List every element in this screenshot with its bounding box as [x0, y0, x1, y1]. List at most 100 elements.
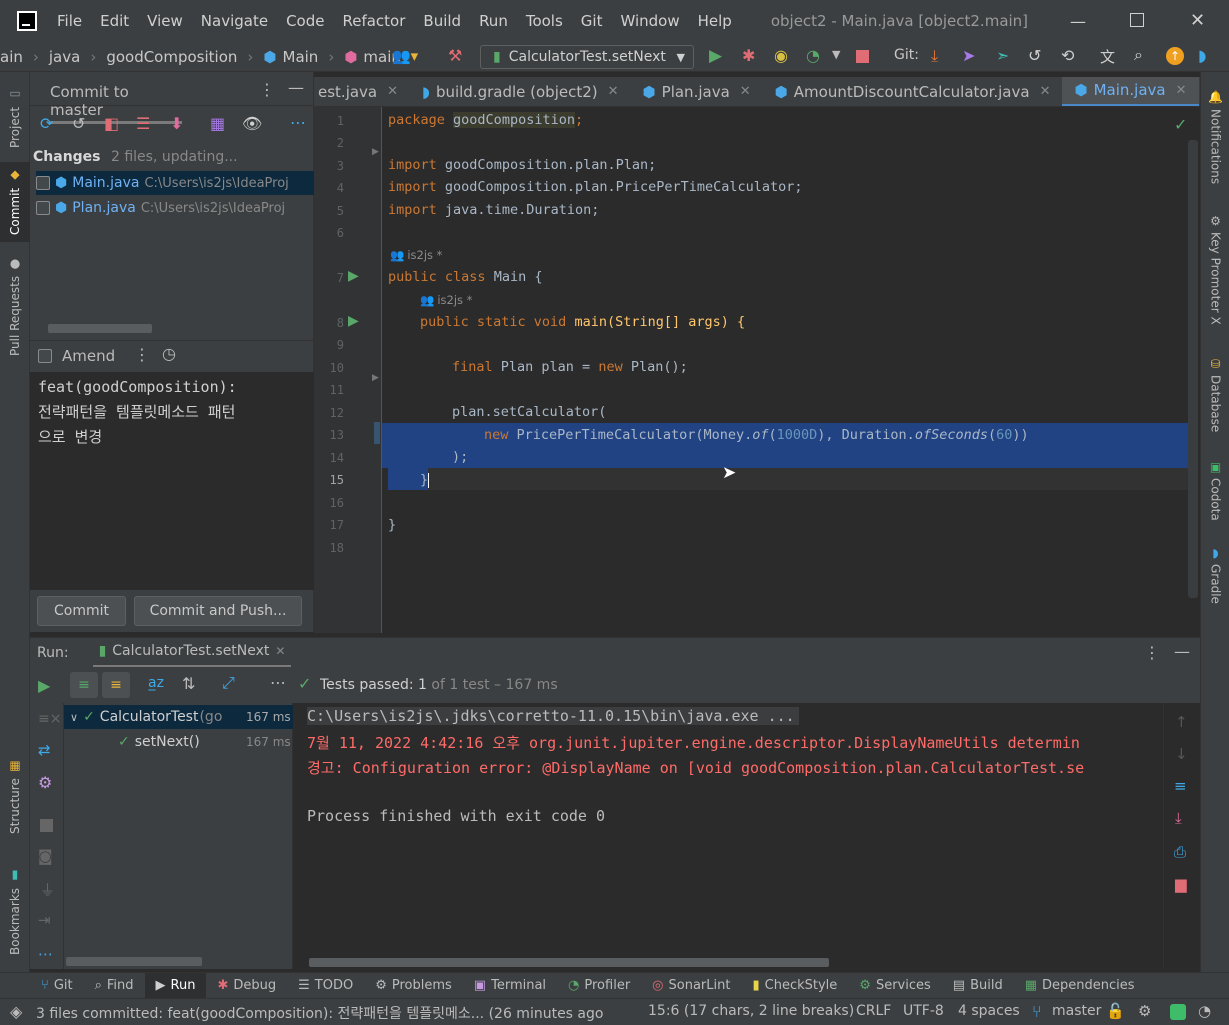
close-tab-icon[interactable]: ✕: [1176, 83, 1187, 98]
more-icon[interactable]: ⋯: [38, 945, 53, 963]
show-passed-icon[interactable]: ≡: [70, 672, 98, 698]
close-tab-icon[interactable]: ✕: [740, 84, 751, 99]
menu-navigate[interactable]: Navigate: [192, 12, 277, 30]
rollback-icon[interactable]: ↺: [72, 114, 85, 133]
more-options-icon[interactable]: ⋮: [1144, 643, 1160, 662]
tool-tab-key-promoter[interactable]: ⚙ Key Promoter X: [1201, 207, 1229, 332]
tab-main-java[interactable]: ⬢ Main.java ✕: [1062, 77, 1199, 106]
clear-icon[interactable]: ≡×: [38, 711, 61, 727]
expand-icon[interactable]: ⤢: [222, 673, 235, 693]
menu-run[interactable]: Run: [470, 12, 517, 30]
list-item[interactable]: ⬢ Plan.java C:\Users\is2js\IdeaProj: [36, 196, 314, 220]
maximize-icon[interactable]: [1130, 13, 1144, 27]
menu-window[interactable]: Window: [611, 12, 688, 30]
breadcrumb-package[interactable]: goodComposition: [106, 48, 237, 66]
close-tab-icon[interactable]: ✕: [1040, 84, 1051, 99]
menu-git[interactable]: Git: [572, 12, 612, 30]
menu-build[interactable]: Build: [414, 12, 470, 30]
breadcrumb-module[interactable]: ain: [0, 48, 23, 66]
sort-alpha-icon[interactable]: a̲z: [148, 675, 164, 691]
tool-tab-pull-requests[interactable]: Pull Requests ●: [0, 252, 30, 362]
tool-tab-services[interactable]: ⚙ Services: [848, 973, 941, 999]
update-ide-icon[interactable]: ↑: [1166, 47, 1184, 65]
run-icon[interactable]: ▶: [709, 46, 722, 66]
code-editor[interactable]: package goodComposition; import goodComp…: [382, 107, 1188, 633]
tool-tab-notifications[interactable]: 🔔 Notifications: [1201, 82, 1229, 192]
hide-panel-icon[interactable]: —: [1174, 642, 1190, 661]
tool-tab-build[interactable]: ▤ Build: [942, 973, 1014, 999]
tab-test-java[interactable]: est.java ✕: [314, 77, 410, 106]
menu-tools[interactable]: Tools: [517, 12, 572, 30]
tool-tab-terminal[interactable]: ▣ Terminal: [463, 973, 557, 999]
file-encoding[interactable]: UTF-8: [903, 1003, 944, 1019]
terminal-icon[interactable]: [1170, 1004, 1186, 1020]
tool-tab-find[interactable]: ⌕ Find: [84, 973, 145, 999]
rollback-icon[interactable]: ⟲: [1061, 46, 1074, 65]
scroll-up-icon[interactable]: ↑: [1175, 713, 1188, 731]
fold-icon[interactable]: ▶: [372, 373, 379, 383]
commit-message-input[interactable]: feat(goodComposition): 전략패턴을 템플릿메소드 패턴 으…: [30, 372, 314, 590]
line-separator[interactable]: CRLF: [856, 1003, 891, 1019]
git-branch[interactable]: master: [1052, 1003, 1101, 1019]
hide-panel-icon[interactable]: —: [288, 78, 304, 97]
author-hint[interactable]: 👥 is2js *: [420, 293, 472, 307]
scroll-to-end-icon[interactable]: ⤓: [1175, 809, 1182, 827]
menu-edit[interactable]: Edit: [91, 12, 138, 30]
horizontal-scrollbar[interactable]: [309, 958, 829, 967]
tool-tab-todo[interactable]: ☰ TODO: [287, 973, 364, 999]
layout-icon[interactable]: ▦: [210, 114, 225, 133]
list-item[interactable]: ⬢ Main.java C:\Users\is2js\IdeaProj: [36, 171, 314, 195]
settings-icon[interactable]: ⚙: [1138, 1002, 1151, 1020]
exit-icon[interactable]: ⇥: [38, 911, 51, 929]
print-icon[interactable]: ⎙: [1174, 843, 1186, 861]
menu-file[interactable]: File: [48, 12, 91, 30]
tool-tab-gradle[interactable]: ◗ Gradle: [1201, 542, 1229, 607]
notification-icon[interactable]: ◔: [1198, 1002, 1211, 1020]
more-icon[interactable]: ⋯: [290, 113, 306, 132]
run-tab[interactable]: ▮ CalculatorTest.setNext ✕: [92, 638, 292, 668]
layers-icon[interactable]: ◈: [10, 1002, 22, 1021]
build-hammer-icon[interactable]: ⚒: [448, 46, 462, 65]
tool-tab-profiler[interactable]: ◔ Profiler: [557, 973, 641, 999]
tab-amount-discount-calculator[interactable]: ⬢ AmountDiscountCalculator.java ✕: [763, 77, 1063, 106]
close-tab-icon[interactable]: ✕: [275, 644, 285, 658]
menu-refactor[interactable]: Refactor: [333, 12, 414, 30]
tool-tab-bookmarks[interactable]: Bookmarks ▮: [0, 862, 30, 962]
tool-tab-checkstyle[interactable]: ▮ CheckStyle: [741, 973, 848, 999]
trash-icon[interactable]: ▆: [1175, 875, 1187, 893]
search-icon[interactable]: ⌕: [1134, 45, 1143, 65]
breadcrumb-java[interactable]: java: [49, 48, 80, 66]
tool-tab-project[interactable]: Project ▭: [0, 82, 30, 154]
close-window-icon[interactable]: ✕: [1190, 10, 1205, 31]
git-commit-icon[interactable]: ➣: [996, 46, 1009, 65]
inspection-ok-icon[interactable]: ✓: [1174, 115, 1187, 134]
amend-label[interactable]: Amend: [62, 347, 115, 365]
table-row[interactable]: ✓ setNext() 167 ms: [64, 730, 293, 754]
user-group-icon[interactable]: 👥▾: [392, 47, 418, 65]
tool-tab-problems[interactable]: ⚙ Problems: [364, 973, 463, 999]
run-gutter-icon[interactable]: ▶: [348, 313, 359, 329]
more-run-chevron-icon[interactable]: ▼: [832, 48, 840, 61]
breadcrumb-class[interactable]: Main: [283, 48, 319, 66]
minimize-icon[interactable]: —: [1070, 12, 1086, 31]
scroll-down-icon[interactable]: ↓: [1175, 745, 1188, 763]
editor-vertical-scrollbar[interactable]: [1188, 140, 1198, 598]
chevron-down-icon[interactable]: ∨: [70, 711, 78, 724]
swap-icon[interactable]: ⇄: [38, 741, 51, 759]
translate-icon[interactable]: 文: [1100, 46, 1115, 67]
stop-icon[interactable]: [856, 50, 869, 63]
commit-and-push-button[interactable]: Commit and Push...: [134, 596, 302, 626]
run-console[interactable]: C:\Users\is2js\.jdks\corretto-11.0.15\bi…: [293, 703, 1163, 969]
eye-icon[interactable]: 👁: [242, 114, 262, 133]
git-update-icon[interactable]: ⤓: [931, 46, 938, 66]
run-configuration-select[interactable]: ▮ CalculatorTest.setNext ▼: [480, 45, 694, 69]
tool-tab-dependencies[interactable]: ▦ Dependencies: [1014, 973, 1146, 999]
lock-icon[interactable]: 🔓: [1106, 1002, 1125, 1020]
tab-build-gradle[interactable]: ◗ build.gradle (object2) ✕: [410, 77, 631, 106]
indent-setting[interactable]: 4 spaces: [958, 1003, 1020, 1019]
more-options-icon[interactable]: ⋮: [134, 345, 150, 364]
more-options-icon[interactable]: ⋮: [259, 80, 275, 99]
plug-icon[interactable]: ⏚: [40, 879, 55, 900]
intellij-logo-icon[interactable]: [17, 11, 37, 31]
profiler-icon[interactable]: ◔: [806, 46, 820, 65]
